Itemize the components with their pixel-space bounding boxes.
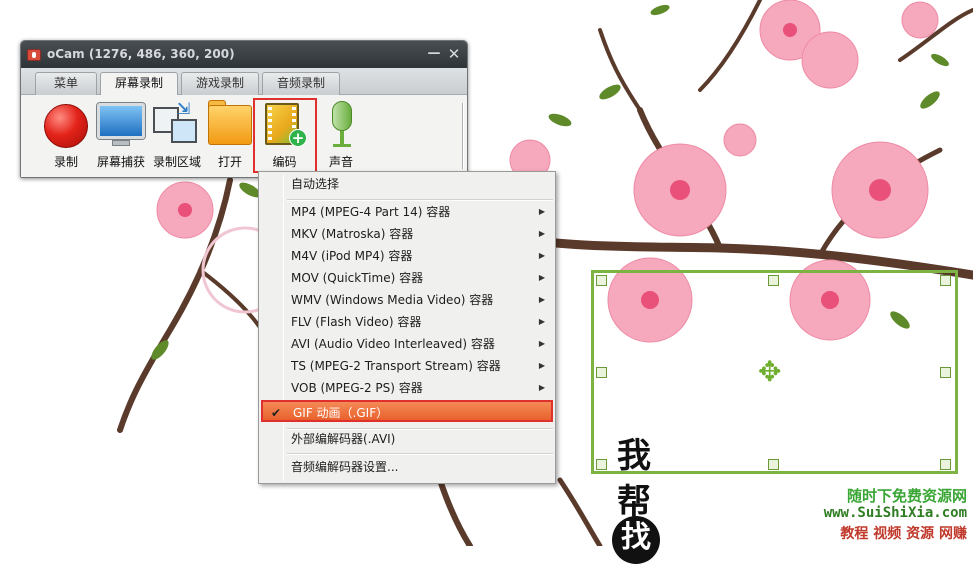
tab-audio-record[interactable]: 音频录制 xyxy=(262,72,340,95)
move-icon[interactable]: ✥ xyxy=(758,358,781,386)
menu-item-label: GIF 动画（.GIF） xyxy=(293,406,389,420)
microphone-icon xyxy=(332,101,352,131)
encode-menu: 自动选择 MP4 (MPEG-4 Part 14) 容器 ▶ MKV (Matro… xyxy=(258,171,556,484)
toolbar: 录制 屏幕捕获 ⇲ 录制区域 打开 + 编码 声音 xyxy=(21,95,467,177)
submenu-arrow-icon: ▶ xyxy=(538,361,545,370)
resize-handle-top[interactable] xyxy=(768,275,779,286)
resize-handle-top-right[interactable] xyxy=(940,275,951,286)
tab-bar: 菜单 屏幕录制 游戏录制 音频录制 xyxy=(21,68,467,96)
region-arrow-icon: ⇲ xyxy=(177,99,191,118)
microphone-base-icon xyxy=(333,144,351,147)
tab-game-record[interactable]: 游戏录制 xyxy=(181,72,259,95)
folder-icon xyxy=(208,105,252,145)
record-icon xyxy=(44,104,88,148)
record-region-button[interactable]: ⇲ 录制区域 xyxy=(149,95,205,177)
monitor-stand-icon xyxy=(112,140,130,146)
ocam-window: oCam (1276, 486, 360, 200) — ✕ 菜单 屏幕录制 游… xyxy=(20,40,468,178)
submenu-arrow-icon: ▶ xyxy=(538,273,545,282)
screen-capture-button[interactable]: 屏幕捕获 xyxy=(93,95,149,177)
calligraphy-char-circle: 找 xyxy=(612,516,660,564)
screen-capture-label: 屏幕捕获 xyxy=(96,155,145,169)
menu-item-label: TS (MPEG-2 Transport Stream) 容器 xyxy=(291,359,501,373)
resize-handle-left[interactable] xyxy=(596,367,607,378)
menu-item-wmv[interactable]: WMV (Windows Media Video) 容器 ▶ xyxy=(261,289,553,311)
audio-button[interactable]: 声音 xyxy=(318,95,364,177)
resize-handle-bottom-left[interactable] xyxy=(596,459,607,470)
titlebar[interactable]: oCam (1276, 486, 360, 200) — ✕ xyxy=(21,41,467,68)
watermark-line-1: 随时下免费资源网 xyxy=(846,487,967,505)
menu-item-vob[interactable]: VOB (MPEG-2 PS) 容器 ▶ xyxy=(261,377,553,399)
watermark-line-3: 教程 视频 资源 网赚 xyxy=(840,526,967,542)
submenu-arrow-icon: ▶ xyxy=(538,317,545,326)
menu-item-gif[interactable]: ✔ GIF 动画（.GIF） xyxy=(261,400,553,422)
menu-item-m4v[interactable]: M4V (iPod MP4) 容器 ▶ xyxy=(261,245,553,267)
menu-item-label: WMV (Windows Media Video) 容器 xyxy=(291,293,494,307)
menu-item-label: M4V (iPod MP4) 容器 xyxy=(291,249,413,263)
tab-menu[interactable]: 菜单 xyxy=(35,72,97,95)
menu-item-flv[interactable]: FLV (Flash Video) 容器 ▶ xyxy=(261,311,553,333)
submenu-arrow-icon: ▶ xyxy=(538,251,545,260)
submenu-arrow-icon: ▶ xyxy=(538,295,545,304)
submenu-arrow-icon: ▶ xyxy=(538,383,545,392)
record-button[interactable]: 录制 xyxy=(41,95,91,177)
submenu-arrow-icon: ▶ xyxy=(538,339,545,348)
menu-item-audio-codec-settings[interactable]: 音频编解码器设置... xyxy=(261,456,553,478)
minimize-button[interactable]: — xyxy=(425,45,443,63)
menu-item-label: AVI (Audio Video Interleaved) 容器 xyxy=(291,337,495,351)
menu-separator xyxy=(287,453,553,455)
submenu-arrow-icon: ▶ xyxy=(538,229,545,238)
audio-label: 声音 xyxy=(328,155,353,169)
resize-handle-right[interactable] xyxy=(940,367,951,378)
monitor-icon xyxy=(97,103,145,139)
record-label: 录制 xyxy=(53,155,78,169)
close-button[interactable]: ✕ xyxy=(445,45,463,63)
watermark-line-2: www.SuiShiXia.com xyxy=(823,505,967,521)
menu-item-label: MKV (Matroska) 容器 xyxy=(291,227,414,241)
menu-item-mkv[interactable]: MKV (Matroska) 容器 ▶ xyxy=(261,223,553,245)
menu-item-auto[interactable]: 自动选择 xyxy=(261,173,553,195)
menu-item-avi[interactable]: AVI (Audio Video Interleaved) 容器 ▶ xyxy=(261,333,553,355)
record-region-label: 录制区域 xyxy=(152,155,201,169)
menu-item-ts[interactable]: TS (MPEG-2 Transport Stream) 容器 ▶ xyxy=(261,355,553,377)
menu-item-label: VOB (MPEG-2 PS) 容器 xyxy=(291,381,423,395)
menu-item-external-codec[interactable]: 外部编解码器(.AVI) xyxy=(261,428,553,450)
open-button[interactable]: 打开 xyxy=(205,95,255,177)
tab-screen-record[interactable]: 屏幕录制 xyxy=(100,72,178,96)
menu-item-mov[interactable]: MOV (QuickTime) 容器 ▶ xyxy=(261,267,553,289)
ocam-app-icon xyxy=(27,49,41,61)
menu-item-label: MOV (QuickTime) 容器 xyxy=(291,271,424,285)
encode-highlight-box xyxy=(253,98,317,173)
toolbar-separator xyxy=(462,103,464,169)
menu-item-label: MP4 (MPEG-4 Part 14) 容器 xyxy=(291,205,451,219)
calligraphy-char: 我 xyxy=(617,436,651,476)
menu-item-label: FLV (Flash Video) 容器 xyxy=(291,315,422,329)
submenu-arrow-icon: ▶ xyxy=(538,207,545,216)
resize-handle-bottom-right[interactable] xyxy=(940,459,951,470)
microphone-stand-icon xyxy=(340,131,344,145)
check-icon: ✔ xyxy=(271,406,282,420)
region-resize-icon xyxy=(171,119,197,143)
open-label: 打开 xyxy=(217,155,242,169)
menu-item-mp4[interactable]: MP4 (MPEG-4 Part 14) 容器 ▶ xyxy=(261,201,553,223)
window-title: oCam (1276, 486, 360, 200) xyxy=(47,47,235,61)
resize-handle-bottom[interactable] xyxy=(768,459,779,470)
resize-handle-top-left[interactable] xyxy=(596,275,607,286)
